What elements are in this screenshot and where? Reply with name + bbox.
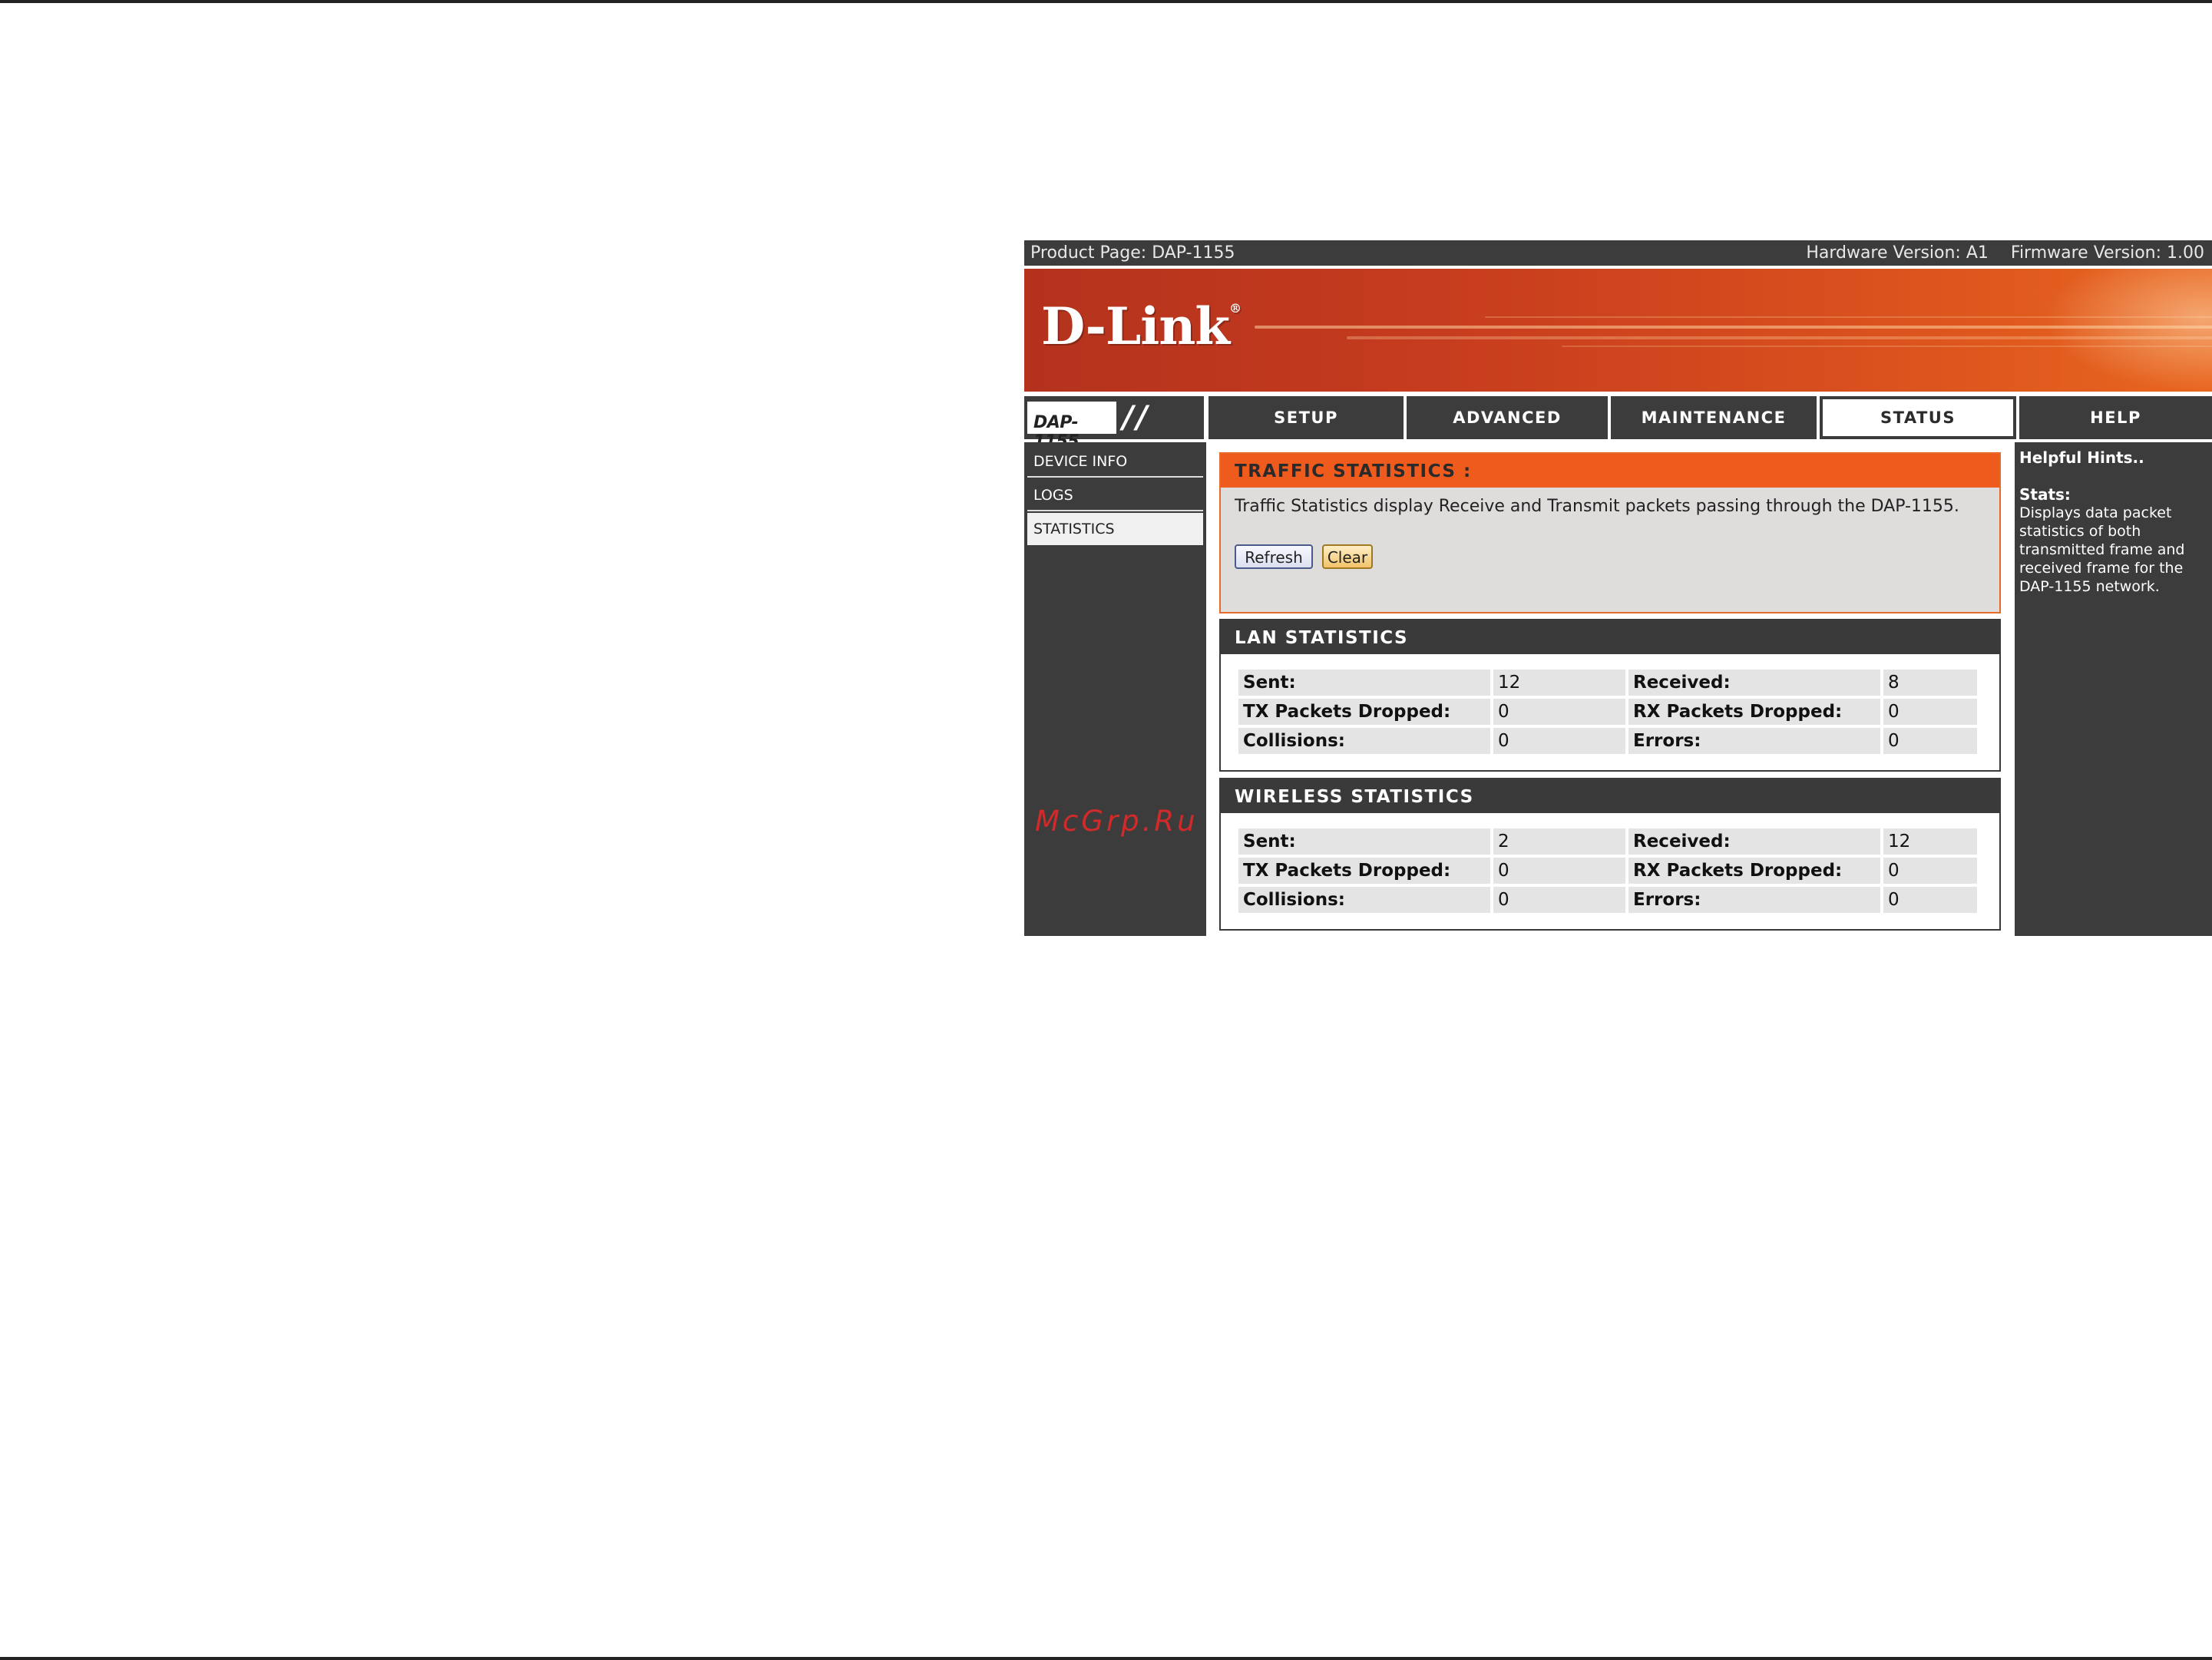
stat-value: 12 [1883, 828, 1977, 855]
stat-label: Sent: [1238, 670, 1490, 696]
lan-statistics-panel: LAN STATISTICS Sent: 12 Received: 8 TX P… [1219, 619, 2001, 772]
wireless-statistics-panel: WIRELESS STATISTICS Sent: 2 Received: 12… [1219, 778, 2001, 931]
help-panel: Helpful Hints.. Stats: Displays data pac… [2015, 442, 2212, 936]
tab-help[interactable]: HELP [2019, 396, 2212, 439]
sidebar-item-statistics[interactable]: STATISTICS [1027, 513, 1203, 545]
panel-description: Traffic Statistics display Receive and T… [1235, 497, 1959, 516]
stat-label: TX Packets Dropped: [1238, 858, 1490, 884]
help-stats-title: Stats: [2019, 485, 2071, 504]
table-row: TX Packets Dropped: 0 RX Packets Dropped… [1238, 699, 1977, 725]
stat-value: 0 [1883, 858, 1977, 884]
bottom-rule [0, 1657, 2212, 1660]
stat-label: TX Packets Dropped: [1238, 699, 1490, 725]
tab-advanced[interactable]: ADVANCED [1407, 396, 1608, 439]
router-admin-screenshot: Product Page: DAP-1155 Hardware Version:… [1024, 240, 2212, 936]
stat-label: Collisions: [1238, 887, 1490, 913]
table-row: TX Packets Dropped: 0 RX Packets Dropped… [1238, 858, 1977, 884]
stat-value: 2 [1493, 828, 1625, 855]
table-row: Sent: 2 Received: 12 [1238, 828, 1977, 855]
info-bar: Product Page: DAP-1155 Hardware Version:… [1024, 240, 2212, 266]
stat-label: Received: [1628, 828, 1880, 855]
stat-value: 0 [1493, 887, 1625, 913]
stat-label: Errors: [1628, 728, 1880, 754]
traffic-statistics-panel: TRAFFIC STATISTICS : Traffic Statistics … [1219, 452, 2001, 613]
main-nav: DAP-1155 / / SETUP ADVANCED MAINTENANCE … [1024, 396, 2212, 451]
model-box: DAP-1155 [1027, 402, 1116, 451]
brand-banner: D-Link® [1024, 269, 2212, 392]
tab-maintenance[interactable]: MAINTENANCE [1611, 396, 1817, 439]
refresh-button[interactable]: Refresh [1235, 544, 1313, 569]
sidebar-item-logs[interactable]: LOGS [1027, 479, 1203, 511]
clear-button[interactable]: Clear [1322, 544, 1373, 569]
tab-status[interactable]: STATUS [1820, 396, 2016, 439]
lan-stats-table: Sent: 12 Received: 8 TX Packets Dropped:… [1235, 666, 1980, 757]
stat-value: 0 [1883, 887, 1977, 913]
table-row: Collisions: 0 Errors: 0 [1238, 728, 1977, 754]
firmware-version: Firmware Version: 1.00 [2010, 243, 2204, 263]
model-badge: DAP-1155 / / [1024, 396, 1204, 451]
stat-label: RX Packets Dropped: [1628, 699, 1880, 725]
watermark: McGrp.Ru [1035, 805, 1199, 838]
stat-value: 0 [1493, 728, 1625, 754]
sidebar-item-device-info[interactable]: DEVICE INFO [1027, 445, 1203, 478]
stat-label: RX Packets Dropped: [1628, 858, 1880, 884]
panel-title: LAN STATISTICS [1221, 620, 1999, 654]
panel-title: WIRELESS STATISTICS [1221, 779, 1999, 813]
stat-value: 8 [1883, 670, 1977, 696]
stat-label: Received: [1628, 670, 1880, 696]
product-page-link[interactable]: Product Page: DAP-1155 [1030, 240, 1235, 266]
sidebar: DEVICE INFO LOGS STATISTICS McGrp.Ru [1024, 442, 1206, 936]
wireless-stats-table: Sent: 2 Received: 12 TX Packets Dropped:… [1235, 825, 1980, 916]
stat-value: 0 [1883, 699, 1977, 725]
top-rule [0, 0, 2212, 3]
table-row: Sent: 12 Received: 8 [1238, 670, 1977, 696]
stat-value: 0 [1883, 728, 1977, 754]
stat-value: 12 [1493, 670, 1625, 696]
help-title: Helpful Hints.. [2019, 448, 2144, 467]
stat-label: Sent: [1238, 828, 1490, 855]
stat-label: Errors: [1628, 887, 1880, 913]
tab-setup[interactable]: SETUP [1208, 396, 1404, 439]
stat-value: 0 [1493, 699, 1625, 725]
stat-value: 0 [1493, 858, 1625, 884]
table-row: Collisions: 0 Errors: 0 [1238, 887, 1977, 913]
version-info: Hardware Version: A1 Firmware Version: 1… [1789, 240, 2204, 266]
hardware-version: Hardware Version: A1 [1806, 243, 1989, 263]
dlink-logo: D-Link® [1041, 296, 1242, 356]
slash-decoration: / [1123, 400, 1134, 435]
stat-label: Collisions: [1238, 728, 1490, 754]
slash-decoration: / [1136, 400, 1148, 435]
help-stats-text: Displays data packet statistics of both … [2019, 504, 2185, 595]
banner-glow [2043, 269, 2212, 392]
panel-title: TRAFFIC STATISTICS : [1221, 454, 1999, 488]
